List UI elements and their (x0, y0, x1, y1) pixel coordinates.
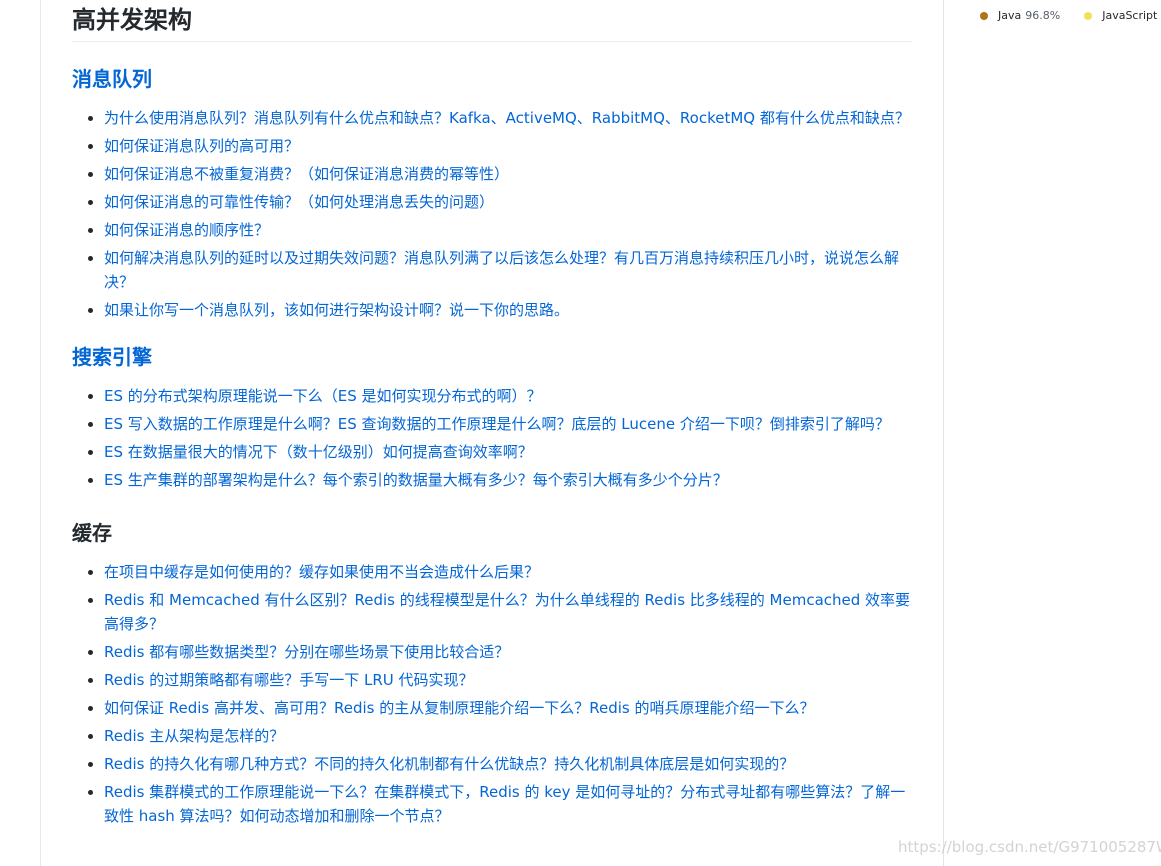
language-name: Java (998, 9, 1022, 22)
mq-list: 为什么使用消息队列？消息队列有什么优点和缺点？Kafka、ActiveMQ、Ra… (72, 106, 912, 322)
list-item: 如何保证消息的顺序性？ (104, 218, 912, 242)
list-item: 如何保证消息不被重复消费？（如何保证消息消费的幂等性） (104, 162, 912, 186)
language-java[interactable]: Java 96.8% (980, 9, 1060, 22)
section-heading-mq[interactable]: 消息队列 (72, 66, 912, 92)
watermark: https://blog.csdn.net/G971005287W (898, 838, 1161, 856)
language-name: JavaScript (1102, 9, 1158, 22)
question-link[interactable]: 如何保证消息不被重复消费？（如何保证消息消费的幂等性） (104, 165, 509, 183)
question-link[interactable]: Redis 和 Memcached 有什么区别？Redis 的线程模型是什么？为… (104, 591, 910, 633)
cache-list: 在项目中缓存是如何使用的？缓存如果使用不当会造成什么后果？ Redis 和 Me… (72, 560, 912, 828)
list-item: ES 生产集群的部署架构是什么？每个索引的数据量大概有多少？每个索引大概有多少个… (104, 468, 912, 492)
question-link[interactable]: Redis 主从架构是怎样的？ (104, 727, 284, 745)
question-link[interactable]: 如何解决消息队列的延时以及过期失效问题？消息队列满了以后该怎么处理？有几百万消息… (104, 249, 899, 291)
language-javascript[interactable]: JavaScript (1084, 9, 1157, 22)
javascript-color-dot-icon (1084, 11, 1093, 20)
question-link[interactable]: ES 写入数据的工作原理是什么啊？ES 查询数据的工作原理是什么啊？底层的 Lu… (104, 415, 890, 433)
list-item: 如何保证 Redis 高并发、高可用？Redis 的主从复制原理能介绍一下么？R… (104, 696, 912, 720)
question-link[interactable]: Redis 的持久化有哪几种方式？不同的持久化机制都有什么优缺点？持久化机制具体… (104, 755, 794, 773)
search-list: ES 的分布式架构原理能说一下么（ES 是如何实现分布式的啊）？ ES 写入数据… (72, 384, 912, 492)
question-link[interactable]: ES 的分布式架构原理能说一下么（ES 是如何实现分布式的啊）？ (104, 387, 542, 405)
list-item: Redis 主从架构是怎样的？ (104, 724, 912, 748)
question-link[interactable]: 如何保证 Redis 高并发、高可用？Redis 的主从复制原理能介绍一下么？R… (104, 699, 815, 717)
list-item: 为什么使用消息队列？消息队列有什么优点和缺点？Kafka、ActiveMQ、Ra… (104, 106, 912, 130)
question-link[interactable]: 如何保证消息的顺序性？ (104, 221, 269, 239)
list-item: Redis 和 Memcached 有什么区别？Redis 的线程模型是什么？为… (104, 588, 912, 636)
language-percent: 96.8% (1025, 9, 1061, 22)
list-item: ES 在数据量很大的情况下（数十亿级别）如何提高查询效率啊？ (104, 440, 912, 464)
left-border (40, 0, 41, 866)
list-item: Redis 的过期策略都有哪些？手写一下 LRU 代码实现？ (104, 668, 912, 692)
list-item: Redis 的持久化有哪几种方式？不同的持久化机制都有什么优缺点？持久化机制具体… (104, 752, 912, 776)
list-item: 如何保证消息的可靠性传输？（如何处理消息丢失的问题） (104, 190, 912, 214)
question-link[interactable]: 在项目中缓存是如何使用的？缓存如果使用不当会造成什么后果？ (104, 563, 539, 581)
list-item: 在项目中缓存是如何使用的？缓存如果使用不当会造成什么后果？ (104, 560, 912, 584)
page-title: 高并发架构 (72, 4, 912, 42)
question-link[interactable]: Redis 都有哪些数据类型？分别在哪些场景下使用比较合适？ (104, 643, 509, 661)
list-item: Redis 都有哪些数据类型？分别在哪些场景下使用比较合适？ (104, 640, 912, 664)
question-link[interactable]: 为什么使用消息队列？消息队列有什么优点和缺点？Kafka、ActiveMQ、Ra… (104, 109, 910, 127)
readme-content: 高并发架构 消息队列 为什么使用消息队列？消息队列有什么优点和缺点？Kafka、… (72, 0, 912, 832)
list-item: ES 写入数据的工作原理是什么啊？ES 查询数据的工作原理是什么啊？底层的 Lu… (104, 412, 912, 436)
question-link[interactable]: ES 在数据量很大的情况下（数十亿级别）如何提高查询效率啊？ (104, 443, 533, 461)
language-stats: Java 96.8% JavaScript (980, 9, 1157, 22)
question-link[interactable]: 如何保证消息的可靠性传输？（如何处理消息丢失的问题） (104, 193, 494, 211)
question-link[interactable]: 如何保证消息队列的高可用？ (104, 137, 299, 155)
question-link[interactable]: 如果让你写一个消息队列，该如何进行架构设计啊？说一下你的思路。 (104, 301, 569, 319)
section-heading-search[interactable]: 搜索引擎 (72, 344, 912, 370)
list-item: 如何保证消息队列的高可用？ (104, 134, 912, 158)
question-link[interactable]: Redis 的过期策略都有哪些？手写一下 LRU 代码实现？ (104, 671, 474, 689)
sidebar-divider (943, 0, 944, 866)
list-item: 如何解决消息队列的延时以及过期失效问题？消息队列满了以后该怎么处理？有几百万消息… (104, 246, 912, 294)
section-heading-cache: 缓存 (72, 521, 112, 545)
java-color-dot-icon (980, 11, 988, 20)
list-item: Redis 集群模式的工作原理能说一下么？在集群模式下，Redis 的 key … (104, 780, 912, 828)
question-link[interactable]: Redis 集群模式的工作原理能说一下么？在集群模式下，Redis 的 key … (104, 783, 905, 825)
question-link[interactable]: ES 生产集群的部署架构是什么？每个索引的数据量大概有多少？每个索引大概有多少个… (104, 471, 728, 489)
list-item: ES 的分布式架构原理能说一下么（ES 是如何实现分布式的啊）？ (104, 384, 912, 408)
list-item: 如果让你写一个消息队列，该如何进行架构设计啊？说一下你的思路。 (104, 298, 912, 322)
